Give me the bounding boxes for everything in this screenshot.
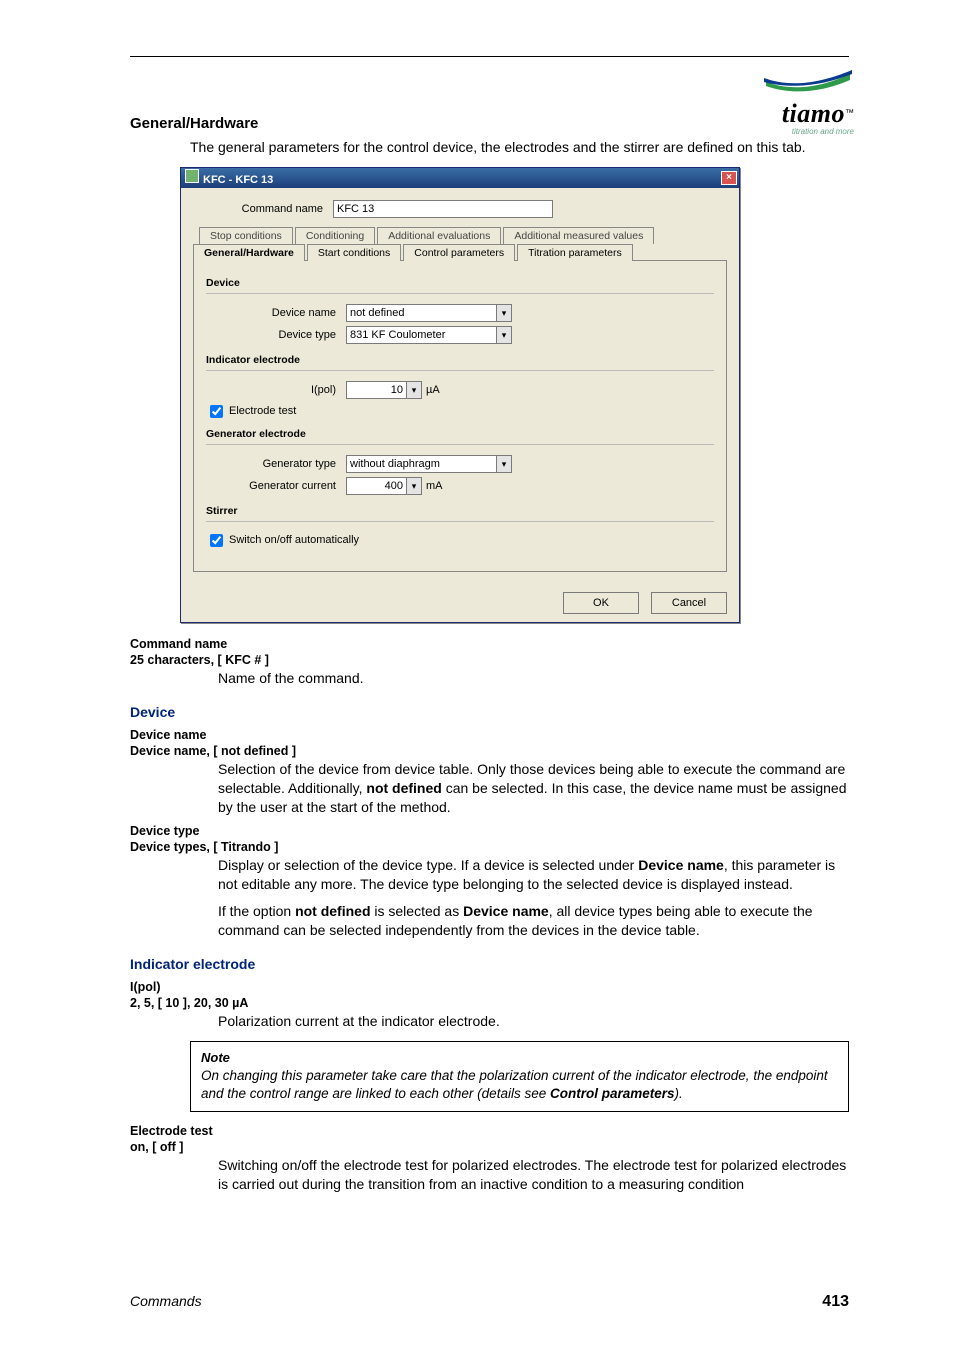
- param-electrode-test-desc: Switching on/off the electrode test for …: [218, 1156, 849, 1194]
- note-body: On changing this parameter take care tha…: [201, 1067, 838, 1103]
- tab-start-conditions[interactable]: Start conditions: [307, 244, 401, 261]
- tab-stop-conditions[interactable]: Stop conditions: [199, 227, 293, 244]
- trademark: ™: [845, 108, 854, 118]
- generator-current-label: Generator current: [206, 480, 346, 492]
- text: is selected as: [371, 903, 464, 919]
- dialog-kfc: KFC - KFC 13 × Command name Stop conditi…: [180, 167, 740, 623]
- footer-section: Commands: [130, 1293, 202, 1309]
- brand-logo: tiamo™ titration and more: [764, 60, 854, 136]
- tab-additional-evaluations[interactable]: Additional evaluations: [377, 227, 501, 244]
- ipol-unit: µA: [426, 384, 440, 396]
- tab-titration-parameters[interactable]: Titration parameters: [517, 244, 633, 261]
- bold: Device name: [463, 903, 549, 919]
- section-general-hardware: General/Hardware: [130, 115, 849, 132]
- electrode-test-label: Electrode test: [229, 405, 296, 417]
- close-icon[interactable]: ×: [721, 171, 737, 185]
- chevron-down-icon[interactable]: ▾: [406, 477, 422, 495]
- chevron-down-icon[interactable]: ▾: [496, 326, 512, 344]
- param-device-type-values: Device types, [ Titrando ]: [130, 840, 849, 854]
- param-ipol-desc: Polarization current at the indicator el…: [218, 1012, 849, 1031]
- param-ipol: I(pol): [130, 980, 849, 994]
- note-title: Note: [201, 1050, 838, 1065]
- generator-type-label: Generator type: [206, 458, 346, 470]
- ipol-label: I(pol): [206, 384, 346, 396]
- param-command-name-values: 25 characters, [ KFC # ]: [130, 653, 849, 667]
- param-device-name: Device name: [130, 728, 849, 742]
- tab-control-parameters[interactable]: Control parameters: [403, 244, 515, 261]
- section-device: Device: [130, 704, 849, 720]
- swoosh-icon: [764, 60, 854, 94]
- brand-name: tiamo: [782, 99, 845, 128]
- command-name-label: Command name: [193, 203, 333, 215]
- device-name-select[interactable]: [346, 304, 496, 322]
- param-command-name-desc: Name of the command.: [218, 669, 849, 688]
- param-ipol-values: 2, 5, [ 10 ], 20, 30 µA: [130, 996, 849, 1010]
- group-generator-title: Generator electrode: [206, 428, 714, 440]
- group-indicator-title: Indicator electrode: [206, 354, 714, 366]
- note-box: Note On changing this parameter take car…: [190, 1041, 849, 1112]
- ipol-select[interactable]: [346, 381, 406, 399]
- electrode-test-checkbox[interactable]: [210, 405, 223, 418]
- text: On changing this parameter take care tha…: [201, 1068, 828, 1101]
- device-type-label: Device type: [206, 329, 346, 341]
- param-device-name-desc: Selection of the device from device tabl…: [218, 760, 849, 817]
- generator-current-unit: mA: [426, 480, 443, 492]
- dialog-titlebar[interactable]: KFC - KFC 13 ×: [181, 168, 739, 188]
- param-device-type-p1: Display or selection of the device type.…: [218, 856, 849, 894]
- brand-tagline: titration and more: [764, 127, 854, 136]
- chevron-down-icon[interactable]: ▾: [406, 381, 422, 399]
- bold: not defined: [366, 780, 441, 796]
- param-command-name: Command name: [130, 637, 849, 651]
- ok-button[interactable]: OK: [563, 592, 639, 614]
- chevron-down-icon[interactable]: ▾: [496, 455, 512, 473]
- text: Display or selection of the device type.…: [218, 857, 638, 873]
- bold: Control parameters: [550, 1086, 675, 1101]
- device-name-label: Device name: [206, 307, 346, 319]
- group-device-title: Device: [206, 277, 714, 289]
- tab-conditioning[interactable]: Conditioning: [295, 227, 375, 244]
- stirrer-auto-checkbox[interactable]: [210, 534, 223, 547]
- param-device-type: Device type: [130, 824, 849, 838]
- tab-panel: Device Device name ▾: [193, 260, 727, 572]
- text: ).: [675, 1086, 683, 1101]
- chevron-down-icon[interactable]: ▾: [496, 304, 512, 322]
- device-type-select[interactable]: [346, 326, 496, 344]
- command-name-input[interactable]: [333, 200, 553, 218]
- section-indicator-electrode: Indicator electrode: [130, 956, 849, 972]
- param-device-name-values: Device name, [ not defined ]: [130, 744, 849, 758]
- bold: Device name: [638, 857, 724, 873]
- page-number: 413: [822, 1293, 849, 1311]
- dialog-title-text: KFC - KFC 13: [203, 174, 273, 186]
- param-electrode-test: Electrode test: [130, 1124, 849, 1138]
- general-hardware-intro: The general parameters for the control d…: [190, 138, 849, 157]
- tab-general-hardware[interactable]: General/Hardware: [193, 244, 305, 261]
- generator-type-select[interactable]: [346, 455, 496, 473]
- param-device-type-p2: If the option not defined is selected as…: [218, 902, 849, 940]
- stirrer-auto-label: Switch on/off automatically: [229, 534, 359, 546]
- param-electrode-test-values: on, [ off ]: [130, 1140, 849, 1154]
- bold: not defined: [295, 903, 370, 919]
- cancel-button[interactable]: Cancel: [651, 592, 727, 614]
- text: If the option: [218, 903, 295, 919]
- group-stirrer-title: Stirrer: [206, 505, 714, 517]
- app-icon: [185, 169, 199, 183]
- tab-additional-measured-values[interactable]: Additional measured values: [503, 227, 654, 244]
- header-rule: [130, 56, 849, 57]
- generator-current-select[interactable]: [346, 477, 406, 495]
